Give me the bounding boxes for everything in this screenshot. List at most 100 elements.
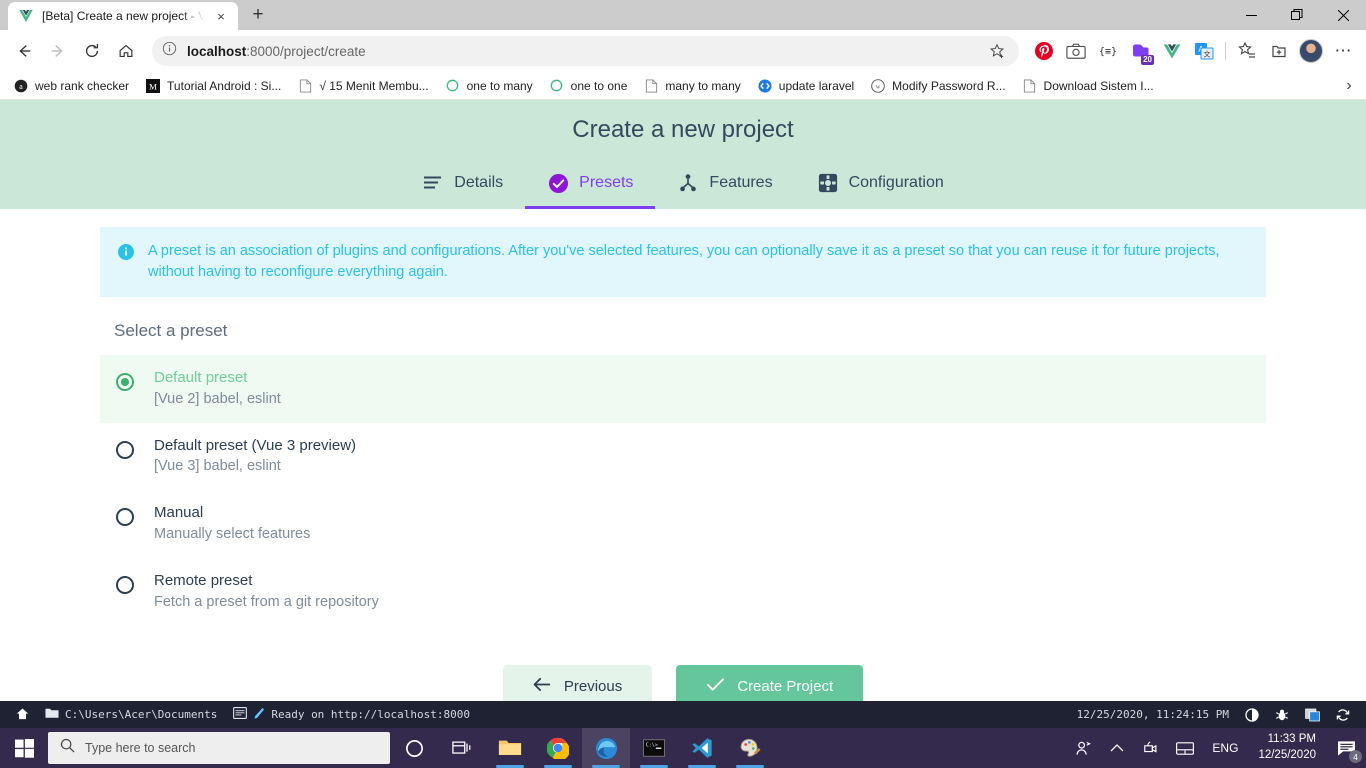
bug-icon[interactable]: [1267, 701, 1297, 728]
windows-taskbar: Type here to search C:\> ENG 11:33 PM 12…: [0, 728, 1366, 768]
arrow-left-icon: [533, 677, 552, 696]
preset-option-manual[interactable]: Manual Manually select features: [100, 490, 1266, 558]
create-project-button[interactable]: Create Project: [676, 665, 864, 701]
translate-extension-icon[interactable]: A文: [1189, 36, 1219, 66]
preset-option-default-vue3[interactable]: Default preset (Vue 3 preview) [Vue 3] b…: [100, 423, 1266, 491]
circle-icon: [549, 78, 565, 94]
add-tab-group-icon[interactable]: [1264, 36, 1294, 66]
preset-list: Default preset [Vue 2] babel, eslint Def…: [100, 355, 1266, 625]
bookmark-item[interactable]: one to one: [542, 75, 635, 97]
theme-icon[interactable]: [1297, 701, 1328, 728]
bookmark-item[interactable]: update laravel: [750, 75, 861, 97]
touchpad-icon[interactable]: [1168, 728, 1202, 768]
status-ready-text: Ready on http://localhost:8000: [271, 708, 471, 721]
vue-devtools-extension-icon[interactable]: [1157, 36, 1187, 66]
home-icon[interactable]: [110, 35, 142, 67]
page-icon: [1022, 78, 1038, 94]
preset-description: Fetch a preset from a git repository: [154, 593, 379, 610]
radio-button[interactable]: [116, 373, 134, 392]
tab-presets[interactable]: Presets: [525, 162, 656, 209]
people-icon[interactable]: [1066, 728, 1100, 768]
pocket-extension-icon[interactable]: 20: [1125, 36, 1155, 66]
page-icon: [643, 78, 659, 94]
vscode-icon[interactable]: [678, 728, 726, 768]
minimize-icon[interactable]: [1228, 0, 1274, 30]
browser-tab[interactable]: [Beta] Create a new project - Vue ×: [8, 2, 238, 30]
radio-button[interactable]: [116, 575, 134, 594]
features-node-icon: [677, 172, 699, 194]
back-arrow-icon[interactable]: [8, 35, 40, 67]
camera-icon[interactable]: [1134, 728, 1168, 768]
tab-configuration[interactable]: Configuration: [795, 162, 966, 209]
bookmark-item[interactable]: √ 15 Menit Membu...: [290, 75, 435, 97]
tab-details[interactable]: Details: [400, 162, 525, 209]
taskbar-search-placeholder: Type here to search: [85, 741, 196, 755]
notifications-icon[interactable]: 4: [1326, 728, 1366, 768]
language-indicator[interactable]: ENG: [1202, 741, 1248, 755]
tab-label: Configuration: [848, 174, 944, 191]
taskbar-search-input[interactable]: Type here to search: [48, 732, 390, 764]
windows-start-icon[interactable]: [0, 728, 48, 768]
bookmark-label: Tutorial Android : Si...: [167, 78, 282, 93]
screenshot-extension-icon[interactable]: [1061, 36, 1091, 66]
preset-description: [Vue 2] babel, eslint: [154, 390, 281, 407]
bookmark-item[interactable]: one to many: [438, 75, 540, 97]
command-prompt-icon[interactable]: C:\>: [630, 728, 678, 768]
svg-text:a: a: [19, 82, 23, 91]
clock-time: 11:33 PM: [1267, 733, 1316, 746]
bookmarks-overflow-chevron-icon[interactable]: ›: [1338, 77, 1360, 95]
section-label: Select a preset: [114, 321, 228, 341]
info-banner-text: A preset is an association of plugins an…: [148, 243, 1220, 281]
create-project-button-label: Create Project: [737, 677, 834, 695]
reload-icon[interactable]: [76, 35, 108, 67]
cortana-icon[interactable]: [390, 728, 438, 768]
paint-icon[interactable]: [726, 728, 774, 768]
task-view-icon[interactable]: [438, 728, 486, 768]
status-terminal[interactable]: Ready on http://localhost:8000: [225, 701, 478, 728]
favorite-star-icon[interactable]: [985, 43, 1009, 59]
profile-avatar[interactable]: [1296, 36, 1326, 66]
code-snippet-extension-icon[interactable]: {≡}: [1093, 36, 1123, 66]
previous-button[interactable]: Previous: [502, 665, 653, 701]
refresh-icon[interactable]: [1328, 701, 1358, 728]
contrast-icon[interactable]: [1237, 701, 1267, 728]
bookmark-item[interactable]: a web rank checker: [6, 75, 136, 97]
bookmark-item[interactable]: many to many: [636, 75, 747, 97]
edge-icon[interactable]: [582, 728, 630, 768]
tab-features[interactable]: Features: [655, 162, 794, 209]
page-title: Create a new project: [572, 116, 794, 143]
chrome-icon[interactable]: [534, 728, 582, 768]
address-bar[interactable]: localhost:8000/project/create: [152, 36, 1019, 66]
bookmark-item[interactable]: w Modify Password R...: [863, 75, 1012, 97]
pinterest-extension-icon[interactable]: [1029, 36, 1059, 66]
maximize-icon[interactable]: [1274, 0, 1320, 30]
bookmark-item[interactable]: Download Sistem I...: [1015, 75, 1161, 97]
new-tab-button[interactable]: +: [244, 1, 272, 29]
radio-button[interactable]: [116, 508, 134, 527]
radio-button[interactable]: [116, 440, 134, 459]
info-banner: A preset is an association of plugins an…: [100, 227, 1266, 298]
tab-label: Features: [709, 174, 773, 191]
gear-square-icon: [817, 172, 839, 194]
preset-option-remote[interactable]: Remote preset Fetch a preset from a git …: [100, 558, 1266, 626]
status-home-button[interactable]: [8, 701, 37, 728]
preset-option-default[interactable]: Default preset [Vue 2] babel, eslint: [100, 355, 1266, 423]
bookmark-item[interactable]: M Tutorial Android : Si...: [138, 75, 288, 97]
settings-more-icon[interactable]: ⋯: [1328, 36, 1358, 66]
terminal-icon: [233, 707, 248, 722]
address-bar-url: localhost:8000/project/create: [187, 44, 366, 59]
vue-logo-icon: [18, 8, 34, 24]
taskbar-clock[interactable]: 11:33 PM 12/25/2020: [1248, 732, 1326, 763]
action-buttons: Previous Create Project: [100, 665, 1266, 701]
close-icon[interactable]: ×: [212, 7, 230, 25]
status-path-text: C:\Users\Acer\Documents: [65, 708, 218, 721]
status-timestamp: 12/25/2020, 11:24:15 PM: [1076, 708, 1229, 721]
preset-name: Manual: [154, 504, 204, 522]
file-explorer-icon[interactable]: [486, 728, 534, 768]
collections-star-icon[interactable]: [1232, 36, 1262, 66]
info-circle-icon[interactable]: [162, 41, 177, 61]
chevron-up-icon[interactable]: [1100, 728, 1134, 768]
alexa-icon: a: [13, 78, 29, 94]
status-path[interactable]: C:\Users\Acer\Documents: [37, 701, 225, 728]
close-icon[interactable]: [1320, 0, 1366, 30]
